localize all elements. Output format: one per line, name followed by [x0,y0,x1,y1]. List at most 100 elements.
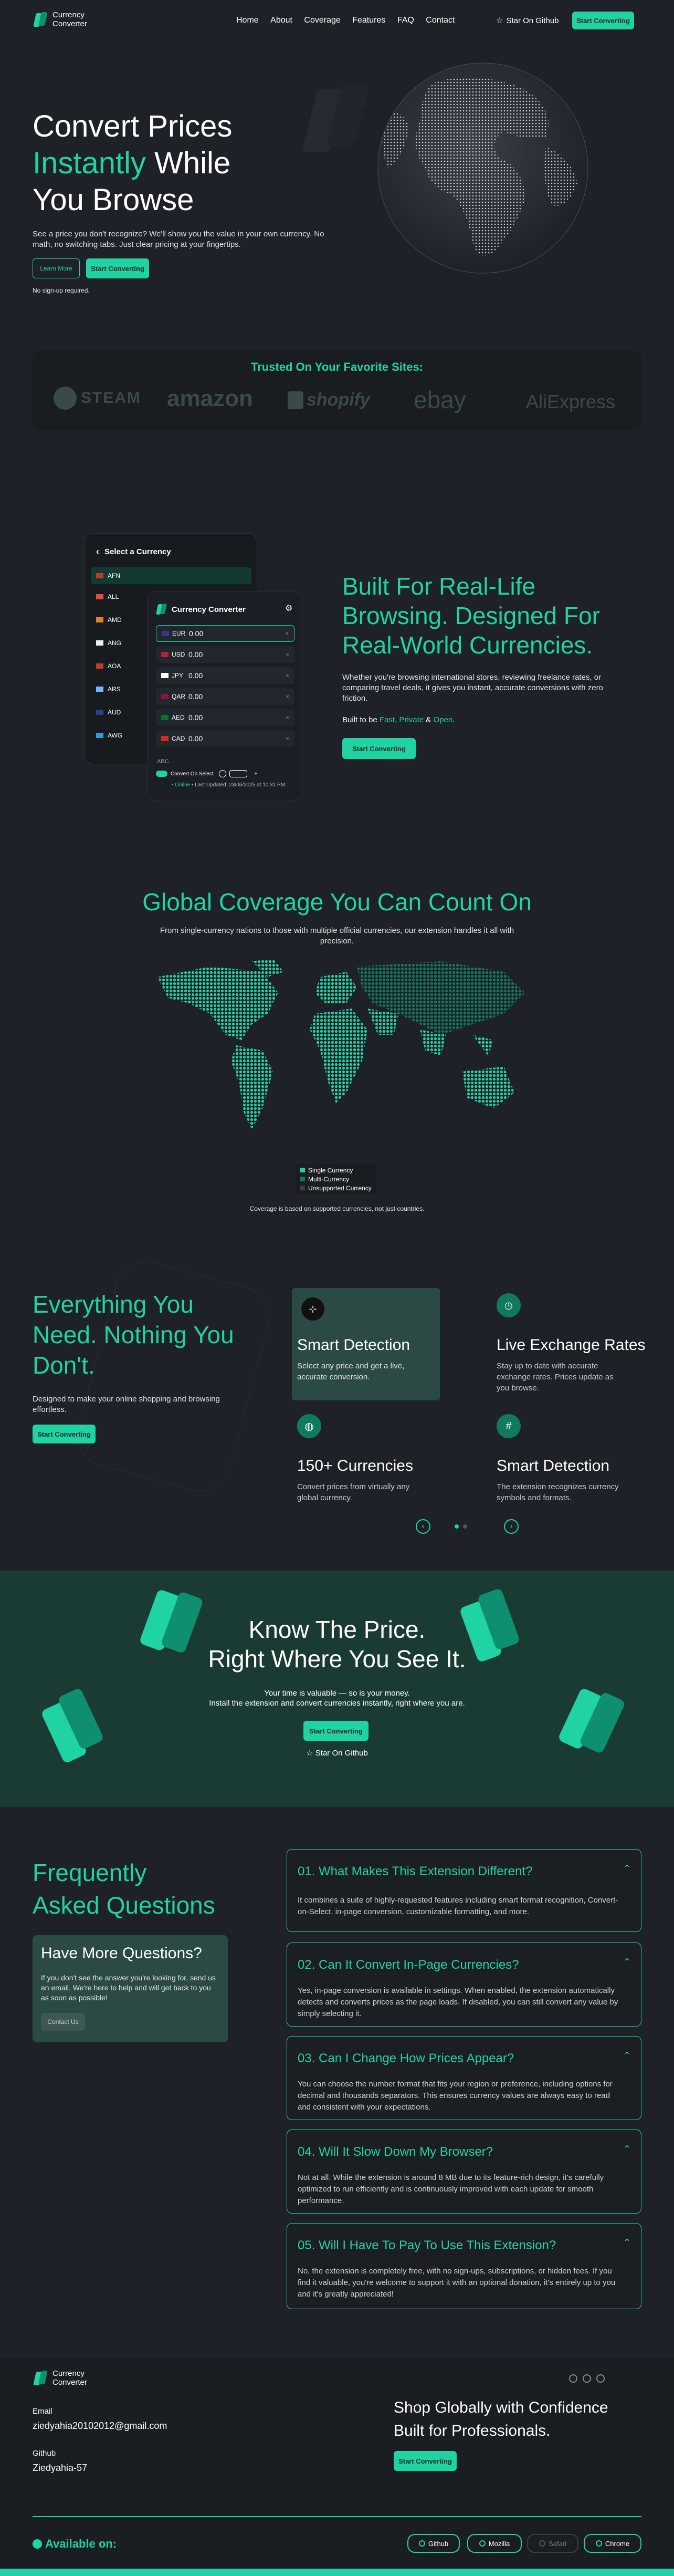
converter-header: Currency Converter [155,603,246,616]
carousel-prev-button[interactable]: ‹ [416,1519,430,1534]
know-start-converting-button[interactable]: Start Converting [303,1721,368,1741]
flag-icon [96,663,103,669]
brand-aliexpress: AliExpress [526,391,616,412]
brand-shopify: shopify [288,390,370,410]
currency-input-row[interactable]: AED 0.00 × [156,709,294,726]
hero-title-line1: Convert Prices [33,109,233,143]
faq-item-5[interactable]: 05. Will I Have To Pay To Use This Exten… [287,2223,641,2309]
currency-code: JPY [172,672,184,679]
clock-toggle-icon[interactable] [218,770,226,777]
footer-start-converting-button[interactable]: Start Converting [394,2451,457,2471]
currency-input-row[interactable]: EUR 0.00 × [156,625,294,642]
know-star-label: Star On Github [315,1749,368,1758]
learn-more-button[interactable]: Learn More [33,258,80,278]
firefox-icon [479,2540,486,2547]
globe-illustration [377,63,588,274]
know-star-github-link[interactable]: ☆ Star On Github [0,1748,674,1758]
footer-social-icons [569,2374,605,2383]
hero-title: Convert Prices Instantly While You Brows… [33,108,306,219]
faq-item-3[interactable]: 03. Can I Change How Prices Appear? ⌃ Yo… [287,2036,641,2120]
feature-card-smart-detection[interactable]: ⊹ Smart Detection Select any price and g… [292,1288,440,1400]
remove-icon[interactable]: × [286,651,289,658]
features-start-converting-button[interactable]: Start Converting [33,1425,96,1443]
brand-logo[interactable]: Currency Converter [33,11,87,28]
currency-code: QAR [172,693,186,700]
safari-icon [539,2540,546,2547]
carousel-next-button[interactable]: › [504,1519,519,1534]
star-github-label: Star On Github [506,16,559,25]
hero-start-converting-button[interactable]: Start Converting [86,258,149,278]
email-link[interactable]: ziedyahia20102012@gmail.com [33,2421,167,2432]
store-safari-button[interactable]: Safari [527,2534,578,2553]
github-label: Github [33,2449,56,2458]
currency-value: 0.00 [188,713,203,722]
brand-name-line1: Currency [52,11,85,19]
nav-coverage[interactable]: Coverage [304,16,340,25]
remove-icon[interactable]: × [286,672,289,679]
nav-about[interactable]: About [270,16,292,25]
currency-input-row[interactable]: CAD 0.00 × [156,730,294,747]
nav-contact[interactable]: Contact [426,16,455,25]
decimal-stepper[interactable] [229,770,247,777]
nav-start-converting-button[interactable]: Start Converting [572,12,634,29]
currency-item[interactable]: AFN [91,567,251,584]
faq-item-2[interactable]: 02. Can It Convert In-Page Currencies? ⌃… [287,1943,641,2027]
nav-links: Home About Coverage Features FAQ Contact [236,16,464,25]
remove-icon[interactable]: × [286,735,289,742]
built-to-be: Built to be Fast, Private & Open. [342,715,455,724]
store-chrome-button[interactable]: Chrome [584,2534,641,2553]
back-arrow-icon[interactable]: ‹ [96,546,99,557]
github-link[interactable]: Ziedyahia-57 [33,2463,87,2474]
feature-title: 150+ Currencies [297,1457,413,1474]
remove-icon[interactable]: × [285,630,289,637]
faq-title: Frequently Asked Questions [33,1856,215,1921]
select-currency-title: Select a Currency [104,547,171,556]
convert-on-select-toggle[interactable] [156,771,167,777]
star-icon: ☆ [306,1749,315,1758]
whatsapp-icon[interactable] [596,2374,605,2383]
star-github-link[interactable]: ☆ Star On Github [496,16,559,26]
footer-divider [33,2516,641,2517]
chrome-icon [595,2540,602,2547]
store-github-button[interactable]: Github [407,2534,460,2553]
coverage-title: Global Coverage You Can Count On [142,888,532,916]
add-currency-icon[interactable]: + [255,771,258,777]
faq-question: 02. Can It Convert In-Page Currencies? [298,1958,519,1972]
built-open: Open [433,715,453,724]
currency-input-row[interactable]: USD 0.00 × [156,646,294,663]
nav-home[interactable]: Home [236,16,259,25]
faq-answer: You can choose the number format that fi… [298,2080,613,2112]
faq-item-1[interactable]: 01. What Makes This Extension Different?… [287,1849,641,1932]
hero-subtitle: See a price you don't recognize? We'll s… [33,230,324,249]
brand-steam: STEAM [54,387,141,410]
remove-icon[interactable]: × [286,693,289,700]
remove-icon[interactable]: × [286,714,289,721]
currency-code: AFN [108,572,120,579]
legend-label: Multi-Currency [308,1176,350,1183]
browsing-title: Built For Real-Life Browsing. Designed F… [342,573,600,659]
know-price-section: Know The Price. Right Where You See It. … [0,1571,674,1807]
flag-icon [96,733,103,738]
nav-faq[interactable]: FAQ [397,16,414,25]
currency-input-row[interactable]: JPY 0.00 × [156,667,294,684]
footer-brand-line2: Converter [52,2378,87,2387]
email-label: Email [33,2407,52,2416]
contact-us-button[interactable]: Contact Us [41,2013,85,2031]
faq-question: 04. Will It Slow Down My Browser? [298,2145,493,2159]
faq-item-4[interactable]: 04. Will It Slow Down My Browser? ⌃ Not … [287,2130,641,2214]
legend-swatch [300,1186,305,1190]
currency-code: AMD [108,616,122,624]
carousel-dot[interactable] [463,1524,467,1529]
github-icon [418,2540,425,2547]
carousel-dot[interactable] [455,1524,459,1529]
status-row: • Online • Last Updated: 23/06/2025 at 1… [172,782,287,788]
currency-code: ANG [108,639,122,647]
legend-single: Single Currency [300,1166,372,1175]
currency-input-row[interactable]: QAR 0.00 × [156,688,294,705]
mail-icon[interactable] [569,2374,577,2383]
browsing-start-converting-button[interactable]: Start Converting [342,738,416,759]
github-icon[interactable] [583,2374,591,2383]
store-mozilla-button[interactable]: Mozilla [467,2534,522,2553]
nav-features[interactable]: Features [352,16,385,25]
settings-gear-icon[interactable]: ⚙ [285,603,292,614]
